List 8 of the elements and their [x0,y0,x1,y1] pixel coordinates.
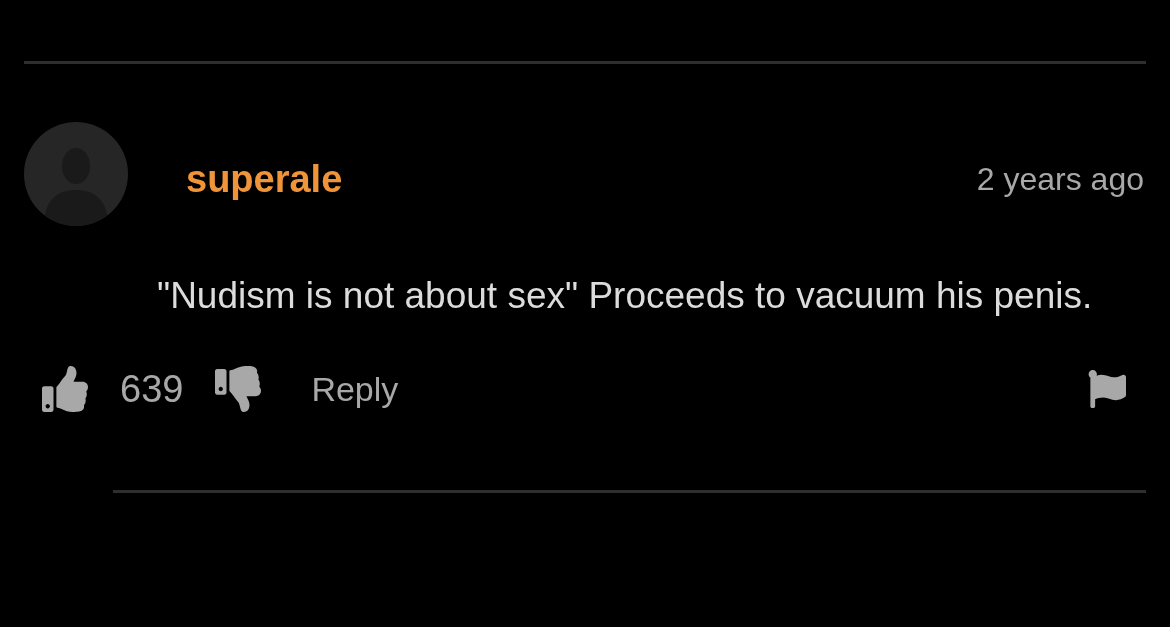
like-button[interactable] [42,366,88,412]
reply-button[interactable]: Reply [311,372,399,406]
comment-text: "Nudism is not about sex" Proceeds to vacuum his penis. [157,274,1094,318]
timestamp: 2 years ago [976,163,1144,195]
flag-button[interactable] [1088,370,1126,408]
dislike-button[interactable] [215,366,262,412]
like-count: 639 [120,370,184,408]
username-link[interactable]: superale [186,160,343,198]
